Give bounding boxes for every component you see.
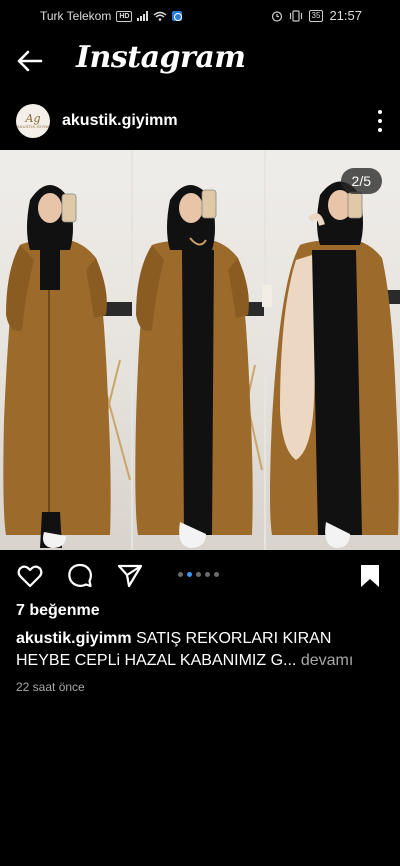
network-badge: HD (116, 10, 133, 22)
caption-more-link[interactable]: devamı (296, 652, 353, 669)
comment-icon (68, 563, 92, 588)
clock: 21:57 (329, 8, 362, 23)
product-photo (3, 181, 400, 548)
wifi-icon (154, 11, 167, 21)
save-button[interactable] (356, 562, 384, 590)
carousel-dot-active (187, 572, 192, 577)
alarm-icon (271, 10, 282, 22)
image-counter: 2/5 (340, 168, 382, 194)
battery-icon: 35 (308, 9, 324, 22)
avatar-logo-text: Ag (25, 112, 41, 125)
caption-username[interactable]: akustik.giyimm (16, 630, 132, 647)
avatar[interactable]: Ag AKUSTIK.GIYIM (16, 104, 50, 138)
caption: akustik.giyimm SATIŞ REKORLARI KIRAN HEY… (16, 628, 388, 672)
more-icon (378, 110, 382, 114)
username[interactable]: akustik.giyimm (62, 112, 178, 130)
post-image[interactable]: 2/5 (0, 150, 400, 550)
carrier-label: Turk Telekom (40, 9, 112, 23)
app-header: Instagram (0, 38, 400, 84)
back-button[interactable] (14, 47, 48, 75)
like-button[interactable] (16, 562, 44, 590)
post-timestamp: 22 saat önce (16, 680, 85, 694)
share-button[interactable] (116, 562, 144, 590)
heart-icon (17, 565, 43, 588)
avatar-logo-subtext: AKUSTIK.GIYIM (16, 124, 50, 129)
carousel-dot (214, 572, 219, 577)
bookmark-icon (361, 565, 379, 587)
carousel-dot (178, 572, 183, 577)
post-actions (0, 560, 400, 590)
arrow-left-icon (17, 50, 43, 72)
signal-icon (137, 11, 149, 21)
post-header: Ag AKUSTIK.GIYIM akustik.giyimm (0, 100, 400, 144)
vibrate-icon (289, 9, 302, 22)
app-title: Instagram (76, 40, 246, 75)
notification-app-icon (172, 11, 183, 21)
share-icon (117, 564, 143, 588)
status-bar: Turk Telekom HD 35 21:57 (0, 0, 400, 30)
more-options-button[interactable] (376, 110, 384, 132)
likes-count[interactable]: 7 beğenme (16, 602, 100, 620)
comment-button[interactable] (66, 562, 94, 590)
carousel-dot (205, 572, 210, 577)
carousel-dot (196, 572, 201, 577)
carousel-indicator (178, 572, 219, 577)
